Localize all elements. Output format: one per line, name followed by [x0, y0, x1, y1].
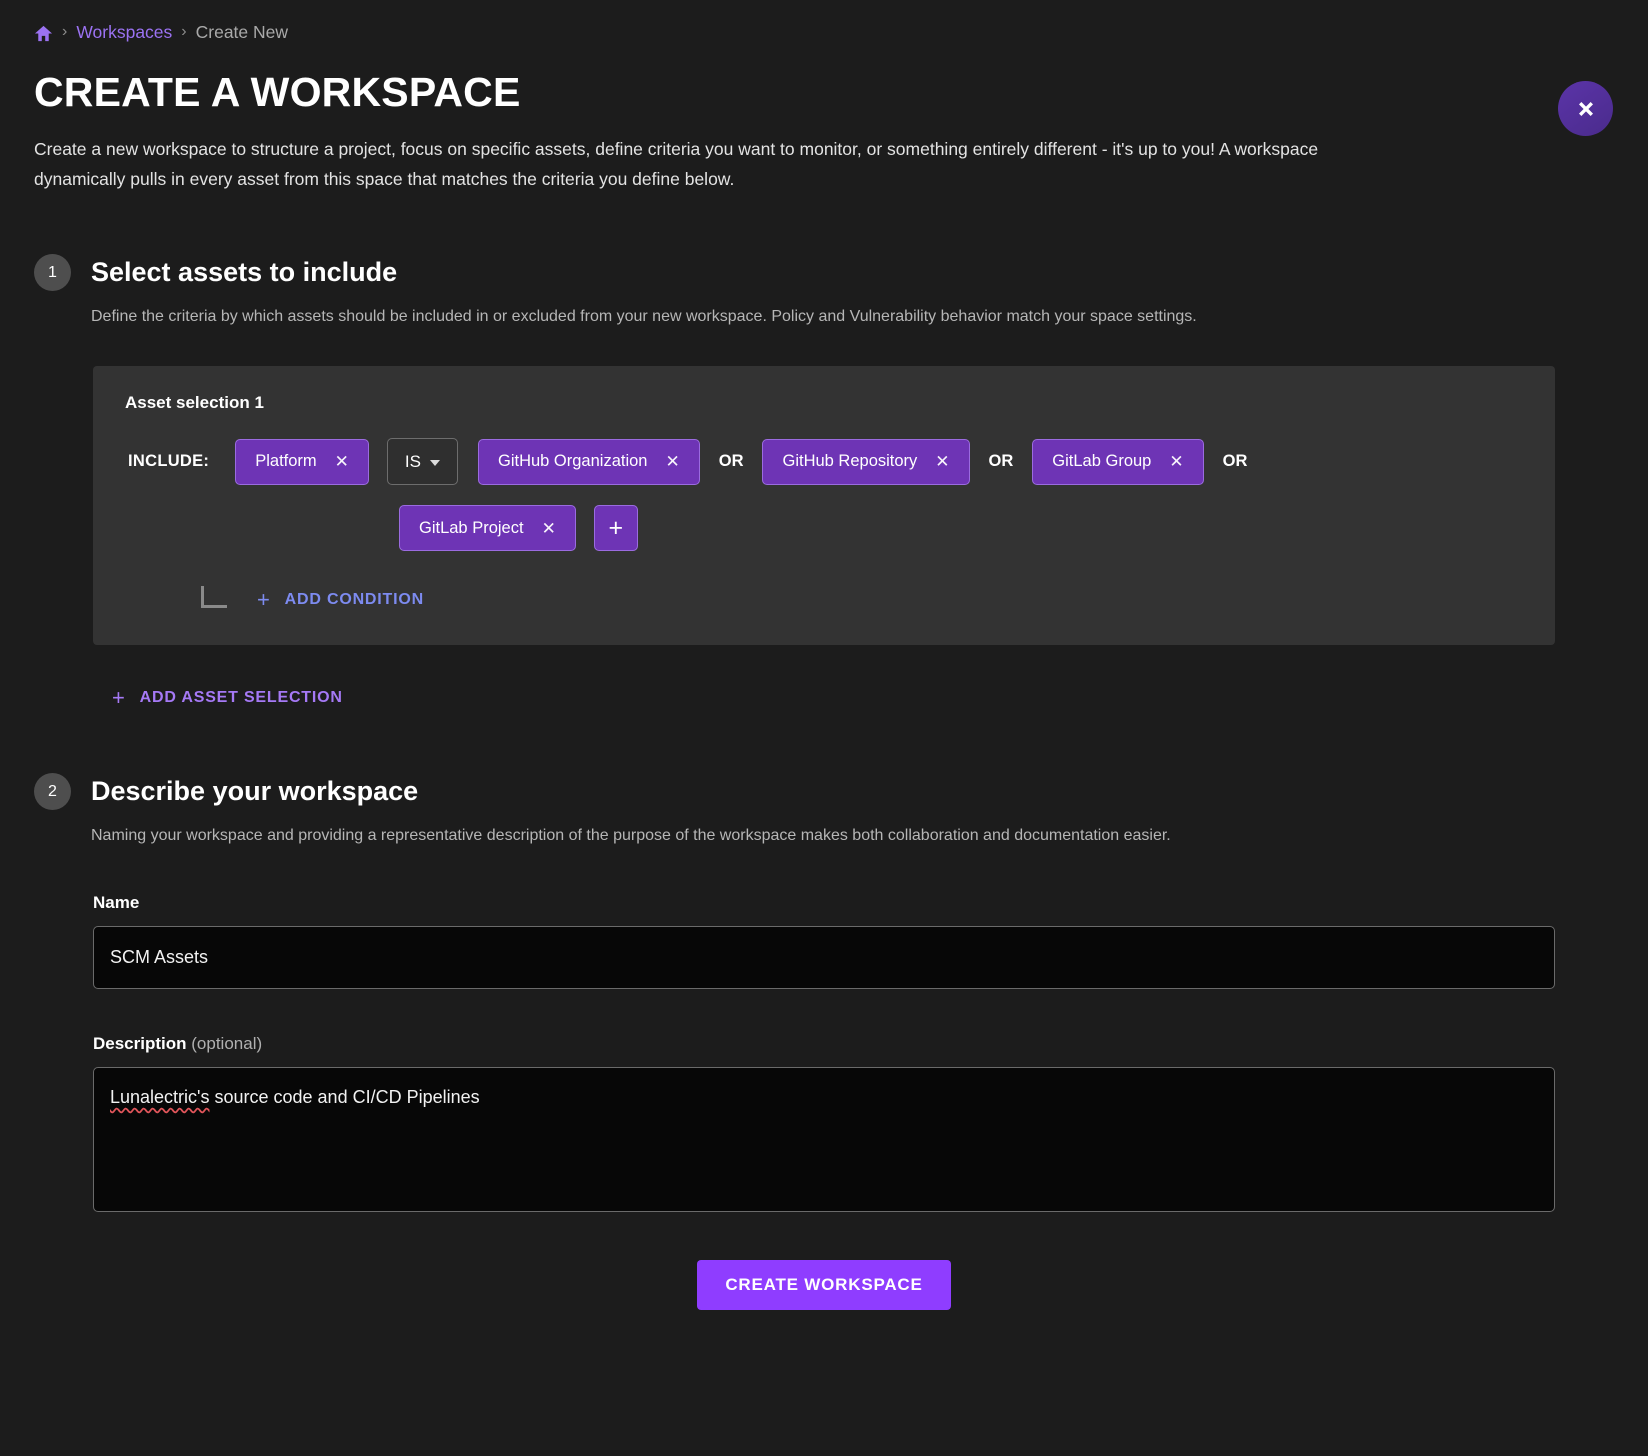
add-value-button[interactable]: +	[594, 505, 638, 551]
breadcrumb-separator-2: ›	[181, 23, 186, 41]
chip-github-organization[interactable]: GitHub Organization ✕	[478, 439, 700, 485]
step-2-number: 2	[34, 773, 71, 810]
breadcrumb: › Workspaces › Create New	[34, 0, 1614, 44]
chip-label: GitLab Group	[1052, 452, 1151, 471]
name-label: Name	[93, 893, 1614, 913]
or-separator: OR	[719, 452, 744, 471]
breadcrumb-current: Create New	[196, 22, 288, 43]
create-workspace-page: › Workspaces › Create New CREATE A WORKS…	[0, 0, 1648, 1456]
description-misspelled-word: Lunalectric's	[110, 1087, 209, 1107]
include-label: INCLUDE:	[128, 452, 209, 471]
tree-connector-icon	[201, 586, 227, 608]
chip-platform-label: Platform	[255, 452, 316, 471]
step-1-header: 1 Select assets to include	[34, 254, 1614, 291]
page-title: CREATE A WORKSPACE	[34, 69, 1614, 116]
operator-select[interactable]: IS	[387, 438, 458, 485]
remove-icon[interactable]: ✕	[935, 453, 949, 470]
chip-label: GitHub Repository	[782, 452, 917, 471]
description-rest-text: source code and CI/CD Pipelines	[209, 1087, 479, 1107]
home-icon[interactable]	[34, 24, 53, 43]
add-condition-button[interactable]: + ADD CONDITION	[255, 585, 426, 615]
chip-label: GitLab Project	[419, 519, 524, 538]
page-intro: Create a new workspace to structure a pr…	[34, 134, 1406, 194]
chip-gitlab-project[interactable]: GitLab Project ✕	[399, 505, 576, 551]
chip-gitlab-group[interactable]: GitLab Group ✕	[1032, 439, 1203, 485]
description-optional-text: (optional)	[191, 1034, 262, 1053]
description-textarea[interactable]: Lunalectric's source code and CI/CD Pipe…	[93, 1067, 1555, 1212]
create-workspace-button[interactable]: CREATE WORKSPACE	[697, 1260, 950, 1310]
plus-icon: +	[257, 589, 271, 611]
condition-row-second-line: GitLab Project ✕ +	[123, 505, 1525, 551]
chip-platform[interactable]: Platform ✕	[235, 439, 369, 485]
add-asset-selection-label: ADD ASSET SELECTION	[140, 689, 343, 707]
add-asset-selection-button[interactable]: + ADD ASSET SELECTION	[110, 683, 345, 713]
condition-row: INCLUDE: Platform ✕ IS GitHub Organizati…	[123, 438, 1525, 485]
add-asset-selection-row: + ADD ASSET SELECTION	[110, 683, 1614, 713]
asset-selection-title: Asset selection 1	[125, 393, 1525, 413]
operator-select-value: IS	[405, 452, 421, 472]
step-1-description: Define the criteria by which assets shou…	[91, 305, 1614, 329]
step-2-header: 2 Describe your workspace	[34, 773, 1614, 810]
step-2-title: Describe your workspace	[91, 776, 418, 807]
description-label-text: Description	[93, 1034, 187, 1053]
add-condition-row: + ADD CONDITION	[123, 585, 1525, 615]
step-2-description: Naming your workspace and providing a re…	[91, 824, 1614, 848]
asset-selection-panel: Asset selection 1 INCLUDE: Platform ✕ IS…	[93, 366, 1555, 645]
chip-label: GitHub Organization	[498, 452, 648, 471]
description-field-block: Description (optional) Lunalectric's sou…	[93, 1034, 1614, 1212]
step-1-title: Select assets to include	[91, 257, 397, 288]
name-field-block: Name	[93, 893, 1614, 989]
chip-github-repository[interactable]: GitHub Repository ✕	[762, 439, 969, 485]
remove-icon[interactable]: ✕	[542, 520, 556, 537]
or-separator: OR	[989, 452, 1014, 471]
breadcrumb-separator-1: ›	[62, 23, 67, 41]
close-button[interactable]	[1558, 81, 1613, 136]
footer-actions: CREATE WORKSPACE	[34, 1260, 1614, 1310]
close-icon	[1573, 96, 1599, 122]
step-1-number: 1	[34, 254, 71, 291]
remove-icon[interactable]: ✕	[1169, 453, 1183, 470]
description-label: Description (optional)	[93, 1034, 1614, 1054]
add-condition-label: ADD CONDITION	[285, 591, 424, 609]
breadcrumb-link-workspaces[interactable]: Workspaces	[76, 22, 172, 43]
remove-icon[interactable]: ✕	[335, 453, 349, 470]
chevron-down-icon	[430, 460, 440, 466]
remove-icon[interactable]: ✕	[665, 453, 679, 470]
name-input[interactable]	[93, 926, 1555, 989]
plus-icon: +	[112, 687, 126, 709]
or-separator: OR	[1223, 452, 1248, 471]
